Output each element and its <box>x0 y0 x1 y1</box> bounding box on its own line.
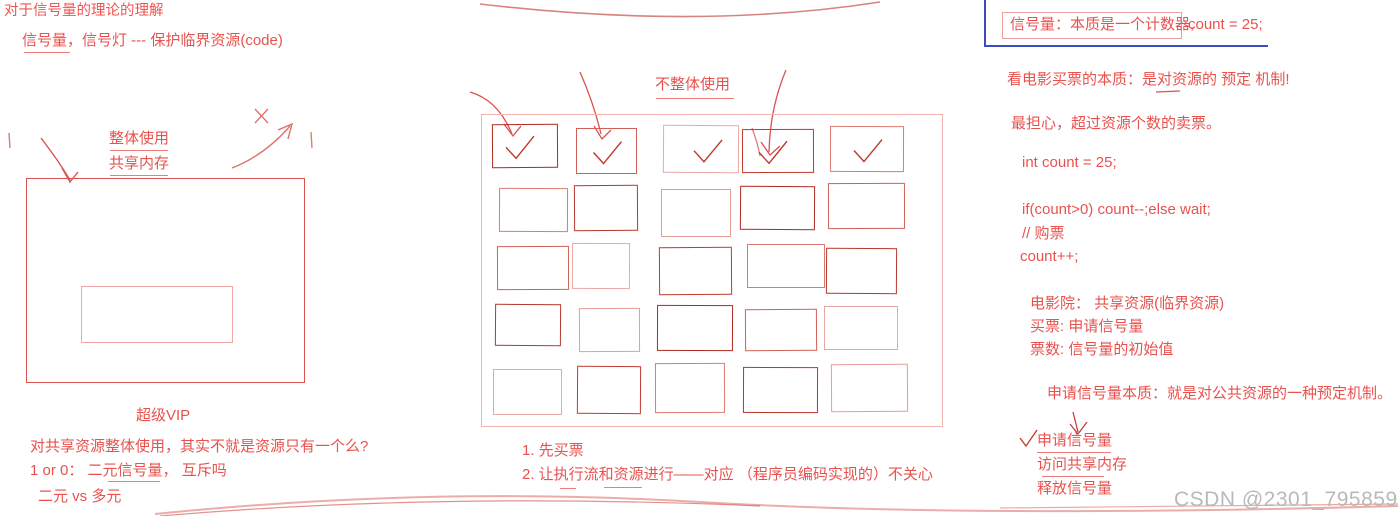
seat-cell[interactable] <box>496 245 570 291</box>
code-line-1: if(count>0) count--;else wait; <box>1022 201 1211 218</box>
code-line-2: // 购票 <box>1022 225 1065 242</box>
underline-partial-use <box>656 98 734 99</box>
check-icon <box>758 140 788 165</box>
semaphore-count-value: count = 25; <box>1188 16 1263 33</box>
underline-step-1b <box>604 487 642 488</box>
sequence-item-2: 释放信号量 <box>1037 480 1113 497</box>
underline-binary-semaphore <box>108 481 160 482</box>
seat-cell[interactable] <box>576 128 637 174</box>
right-conclusion: 申请信号量本质：就是对公共资源的一种预定机制。 <box>1047 385 1393 402</box>
underline-sequence-0 <box>1037 452 1111 453</box>
underline-step-1a <box>560 488 576 489</box>
seat-cell[interactable] <box>494 303 562 347</box>
code-line-3: count++; <box>1020 248 1079 265</box>
seat-cell[interactable] <box>656 304 734 352</box>
top-arc-line <box>479 1 881 18</box>
check-icon <box>505 135 535 160</box>
seat-cell[interactable] <box>493 369 562 415</box>
seat-cell[interactable] <box>491 123 559 169</box>
check-icon <box>592 141 623 165</box>
seat-cell[interactable] <box>576 365 642 415</box>
right-tick-mark <box>310 131 313 149</box>
sequence-item-1: 访问共享内存 <box>1037 456 1128 473</box>
seat-cell[interactable] <box>662 124 740 174</box>
left-note-0: 对共享资源整体使用，其实不就是资源只有一个么? <box>30 438 369 455</box>
right-line-1: 最担心，超过资源个数的卖票。 <box>1011 115 1222 132</box>
box-label-shared-memory: 共享内存 <box>109 155 170 172</box>
seat-cell[interactable] <box>824 306 898 350</box>
seat-cell[interactable] <box>658 246 733 296</box>
sequence-item-0: 申请信号量 <box>1037 432 1113 449</box>
middle-heading-partial-use: 不整体使用 <box>655 76 731 93</box>
seat-cell[interactable] <box>830 363 909 413</box>
seat-cell[interactable] <box>654 362 726 414</box>
arrow-into-box <box>40 137 71 181</box>
shared-memory-box <box>26 178 305 383</box>
seat-cell[interactable] <box>739 185 816 231</box>
left-note-1: 1 or 0： 二元信号量， 互斥吗 <box>30 462 227 479</box>
underline-sequence-1 <box>1042 476 1104 477</box>
seat-cell[interactable] <box>571 242 631 290</box>
seat-cell[interactable] <box>747 244 825 288</box>
seat-cell[interactable] <box>744 308 818 352</box>
seat-cell[interactable] <box>829 125 905 173</box>
left-note-2: 二元 vs 多元 <box>38 488 122 505</box>
seat-cell[interactable] <box>661 189 731 237</box>
seat-layer <box>481 114 943 427</box>
seat-cell[interactable] <box>498 187 569 233</box>
check-icon <box>693 139 723 163</box>
semaphore-definition-text: 信号量：本质是一个计数器, <box>1010 16 1195 33</box>
seat-cell[interactable] <box>741 128 815 174</box>
middle-step-0: 1. 先买票 <box>522 442 584 459</box>
underline-squiggle-booking <box>1155 90 1181 93</box>
mapping-line-2: 票数: 信号量的初始值 <box>1030 341 1174 358</box>
underline-subheading <box>24 52 70 53</box>
check-icon-apply <box>1019 429 1038 448</box>
box-caption-super-vip: 超级VIP <box>136 407 191 424</box>
csdn-watermark: CSDN @2301_79585944 <box>1174 488 1398 511</box>
mapping-line-0: 电影院： 共享资源(临界资源) <box>1030 295 1225 312</box>
left-subheading: 信号量，信号灯 --- 保护临界资源(code) <box>22 32 283 49</box>
mapping-line-1: 买票: 申请信号量 <box>1030 318 1144 335</box>
seat-cell[interactable] <box>573 184 639 232</box>
underline-overall-use <box>110 150 168 151</box>
bottom-arc-line-2 <box>159 500 761 516</box>
up-arrow-stroke <box>231 125 291 169</box>
left-tick-mark <box>8 132 11 149</box>
code-line-0: int count = 25; <box>1022 154 1117 171</box>
whiteboard-canvas: 对于信号量的理论的理解 信号量，信号灯 --- 保护临界资源(code) 整体使… <box>0 0 1398 516</box>
down-arrow-to-apply <box>1072 411 1079 433</box>
seat-cell[interactable] <box>578 307 641 353</box>
box-label-overall-use: 整体使用 <box>109 130 170 147</box>
x-mark-icon <box>254 108 269 124</box>
seat-cell[interactable] <box>825 247 898 295</box>
seat-cell[interactable] <box>827 182 906 230</box>
check-icon <box>853 139 883 163</box>
shared-memory-inner-box <box>81 286 233 343</box>
underline-shared-memory <box>110 175 168 176</box>
seat-cell[interactable] <box>742 366 819 414</box>
right-line-0: 看电影买票的本质：是对资源的 预定 机制! <box>1007 71 1290 88</box>
middle-step-1: 2. 让执行流和资源进行——对应 （程序员编码实现的）不关心 <box>522 466 933 483</box>
up-arrow-head <box>277 122 294 140</box>
page-title: 对于信号量的理论的理解 <box>4 3 164 19</box>
